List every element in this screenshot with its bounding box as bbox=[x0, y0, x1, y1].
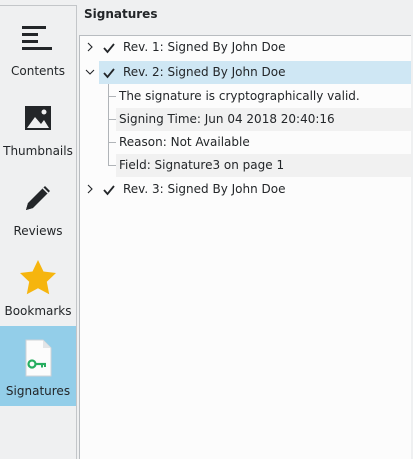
sidebar-item-reviews[interactable]: Reviews bbox=[0, 166, 76, 246]
tree-item-revision-3[interactable]: Rev. 3: Signed By John Doe bbox=[80, 178, 411, 201]
tree-item-label: Rev. 3: Signed By John Doe bbox=[123, 182, 286, 196]
check-icon bbox=[103, 68, 115, 79]
chevron-right-icon[interactable] bbox=[85, 184, 95, 194]
sidebar-item-bookmarks[interactable]: Bookmarks bbox=[0, 246, 76, 326]
tree-item-detail[interactable]: The signature is cryptographically valid… bbox=[80, 85, 411, 108]
signing-time-text: Signing Time: Jun 04 2018 20:40:16 bbox=[119, 112, 335, 126]
sidebar-item-thumbnails[interactable]: Thumbnails bbox=[0, 86, 76, 166]
sidebar-item-label: Thumbnails bbox=[3, 144, 73, 158]
tree-item-detail[interactable]: Signing Time: Jun 04 2018 20:40:16 bbox=[80, 108, 411, 131]
chevron-right-icon[interactable] bbox=[85, 42, 95, 52]
signatures-icon bbox=[25, 339, 52, 377]
sidebar-item-label: Reviews bbox=[13, 224, 63, 238]
bookmarks-icon bbox=[20, 260, 56, 295]
tree-item-revision-1[interactable]: Rev. 1: Signed By John Doe bbox=[80, 36, 411, 59]
tree-item-detail[interactable]: Field: Signature3 on page 1 bbox=[80, 154, 411, 177]
sidebar-item-label: Bookmarks bbox=[4, 304, 72, 318]
sidebar: Contents Thumbnails Reviews Bookmarks Si… bbox=[0, 5, 77, 459]
sidebar-item-signatures[interactable]: Signatures bbox=[0, 326, 76, 406]
tree-item-label: Rev. 2: Signed By John Doe bbox=[123, 65, 286, 79]
check-icon bbox=[103, 185, 115, 196]
signature-validity-text: The signature is cryptographically valid… bbox=[119, 89, 360, 103]
signatures-tree[interactable]: Rev. 1: Signed By John Doe Rev. 2: Signe… bbox=[79, 35, 411, 459]
chevron-down-icon[interactable] bbox=[85, 67, 95, 77]
sidebar-item-contents[interactable]: Contents bbox=[0, 6, 76, 86]
check-icon bbox=[103, 43, 115, 54]
contents-icon bbox=[22, 26, 52, 50]
signature-field-text: Field: Signature3 on page 1 bbox=[119, 158, 285, 172]
tree-item-detail[interactable]: Reason: Not Available bbox=[80, 131, 411, 154]
signing-reason-text: Reason: Not Available bbox=[119, 135, 250, 149]
tree-item-label: Rev. 1: Signed By John Doe bbox=[123, 40, 286, 54]
tree-item-revision-2[interactable]: Rev. 2: Signed By John Doe bbox=[80, 61, 411, 84]
sidebar-item-label: Signatures bbox=[5, 384, 71, 398]
reviews-icon bbox=[26, 186, 50, 210]
panel-title: Signatures bbox=[84, 7, 158, 21]
sidebar-item-label: Contents bbox=[11, 64, 65, 78]
thumbnails-icon bbox=[25, 106, 51, 130]
